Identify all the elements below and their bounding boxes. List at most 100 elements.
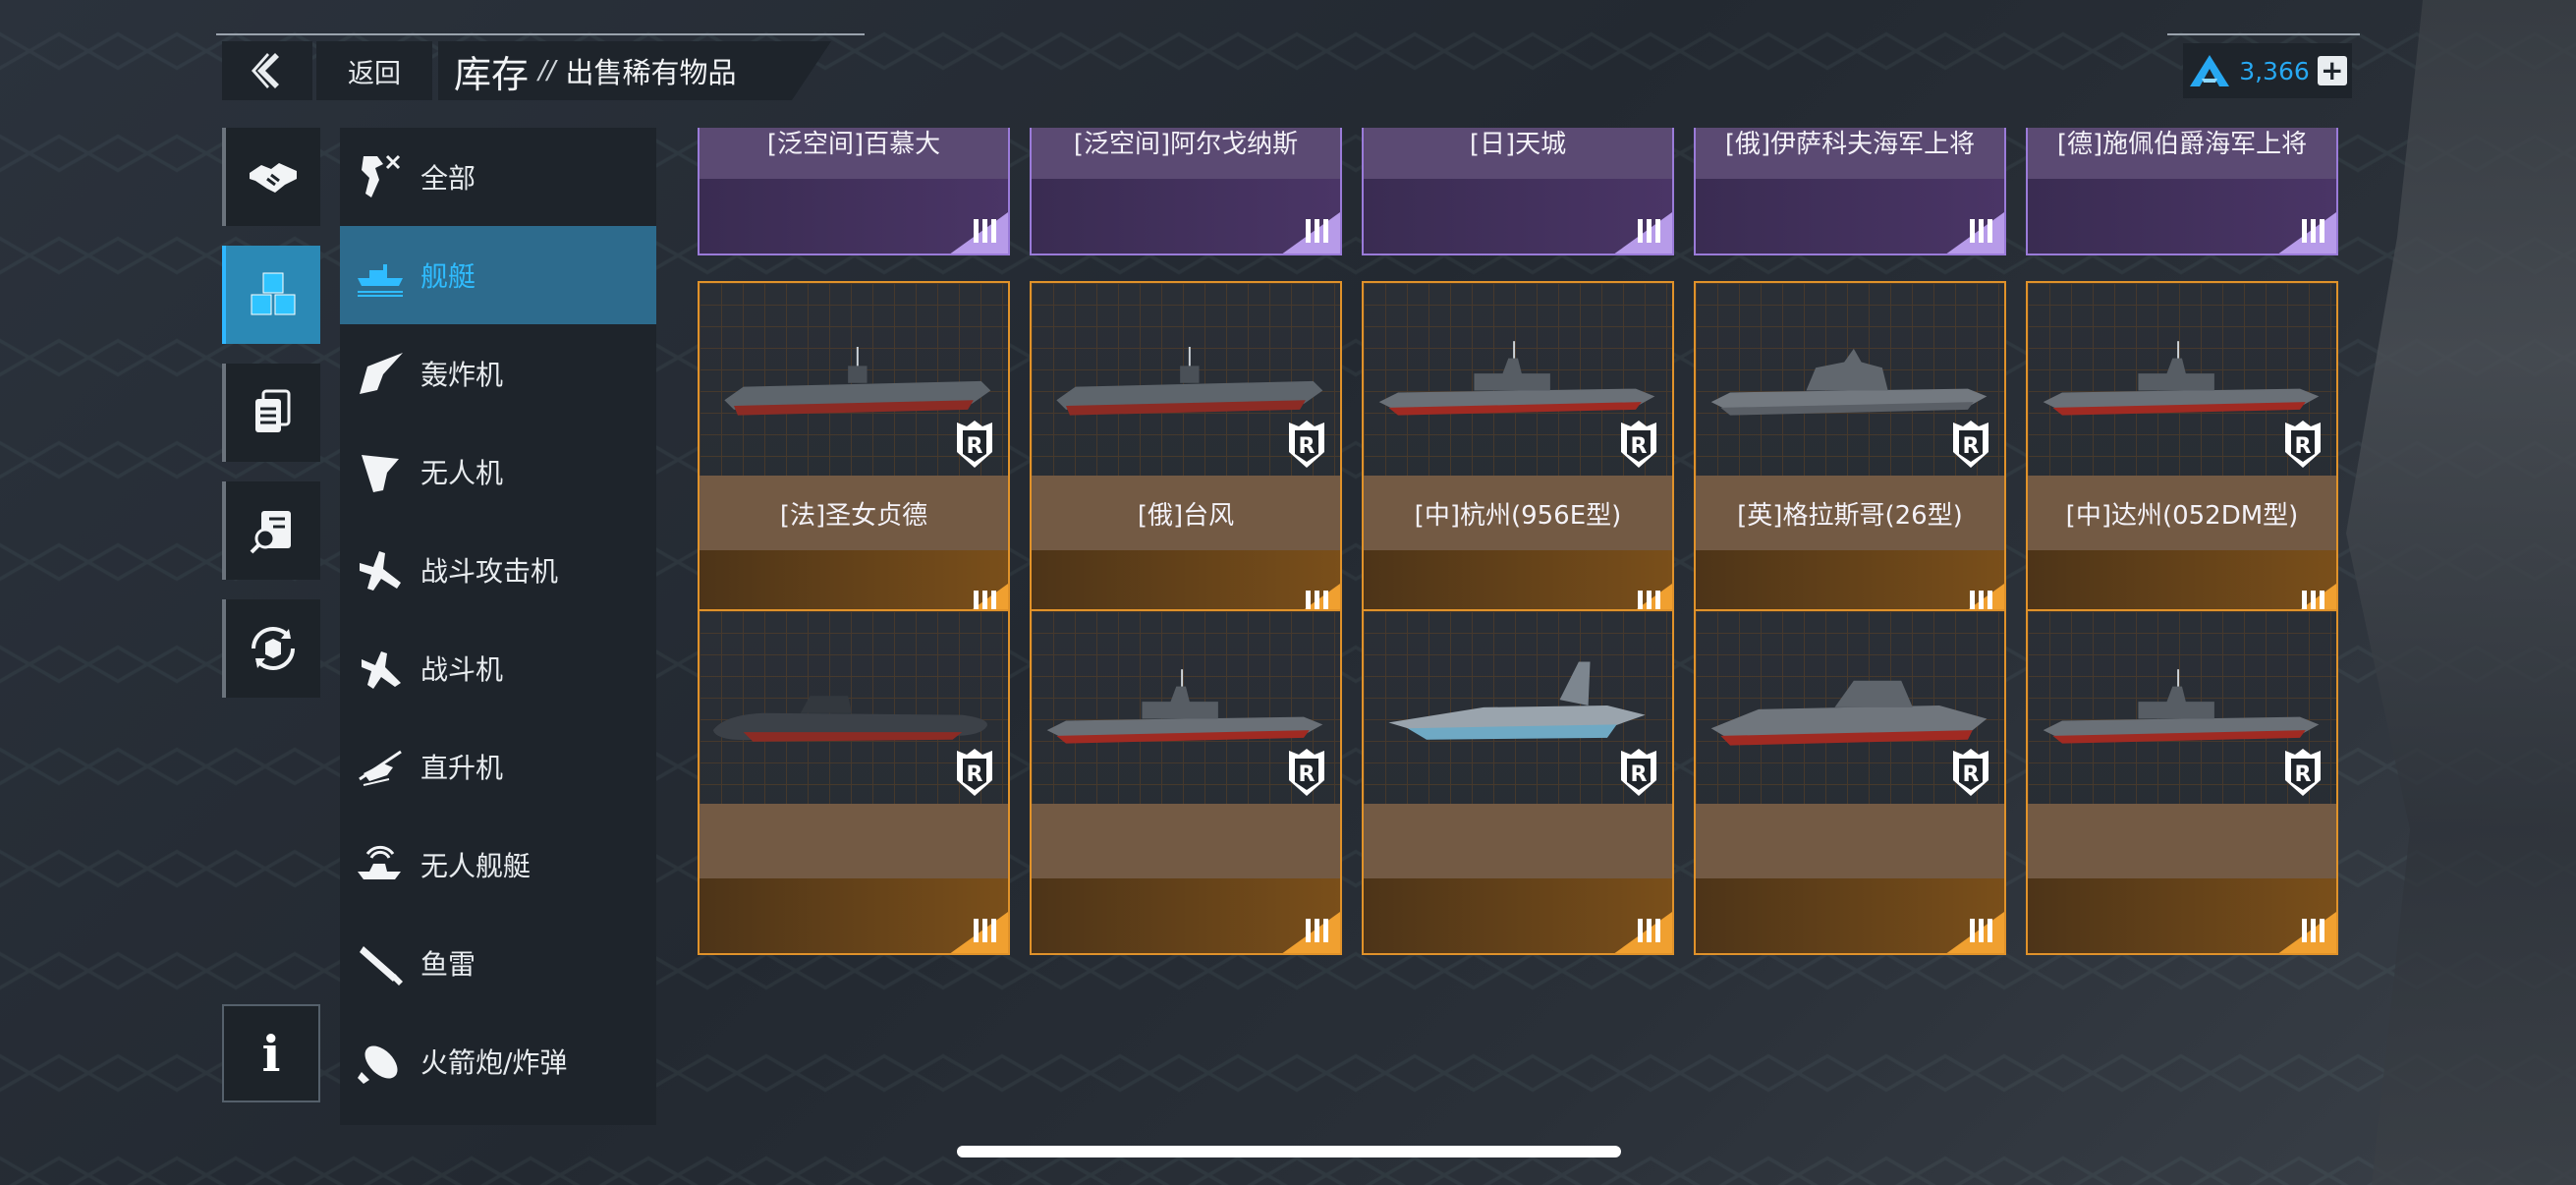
item-card[interactable]: R [泛空间]阿尔戈纳斯 xyxy=(1030,128,1342,255)
svg-text:R: R xyxy=(1963,762,1980,787)
currency-display: 3,366 + xyxy=(2183,43,2352,98)
category-label: 火箭炮/炸弹 xyxy=(420,1046,568,1079)
svg-text:R: R xyxy=(2295,762,2312,787)
item-name: [德]施佩伯爵海军上将 xyxy=(2028,128,2336,179)
item-name: [日]天城 xyxy=(1364,128,1672,179)
item-card[interactable]: R [泛空间]百慕大 xyxy=(698,128,1010,255)
item-name xyxy=(1696,804,2004,878)
attack-jet-icon xyxy=(360,551,401,591)
header-line xyxy=(216,33,865,35)
category-warships[interactable]: 舰艇 xyxy=(340,226,656,324)
rarity-r-badge-icon: R xyxy=(1953,749,1988,796)
back-arrow-icon xyxy=(252,53,279,88)
page-title: 库存 xyxy=(454,52,530,96)
item-name: [泛空间]百慕大 xyxy=(700,128,1008,179)
category-unmanned-boats[interactable]: 无人舰艇 xyxy=(340,816,656,914)
item-card[interactable]: R xyxy=(698,609,1010,955)
item-card[interactable]: R [中]达州(052DM型) xyxy=(2026,281,2338,627)
item-name xyxy=(1364,804,1672,878)
card-footer xyxy=(1364,179,1672,254)
rarity-r-badge-icon: R xyxy=(957,749,992,796)
tab-trade[interactable] xyxy=(222,128,320,226)
item-card[interactable]: R [俄]伊萨科夫海军上将 xyxy=(1694,128,2006,255)
card-footer xyxy=(1032,878,1340,953)
item-card[interactable]: R[德]施佩伯爵海军上将 xyxy=(2026,128,2338,255)
helicopter-icon xyxy=(359,750,402,786)
rarity-r-badge-icon: R xyxy=(2285,421,2321,468)
item-card[interactable]: R [俄]台风 xyxy=(1030,281,1342,627)
submarine-model-icon xyxy=(712,696,987,742)
category-label: 轰炸机 xyxy=(420,359,504,391)
item-card[interactable]: R [日]天城 xyxy=(1362,128,1674,255)
category-label: 战斗机 xyxy=(420,653,504,686)
rarity-r-badge-icon: R xyxy=(1621,421,1656,468)
item-card[interactable]: R [法]圣女贞德 xyxy=(698,281,1010,627)
card-footer xyxy=(2028,179,2336,254)
item-name: [中]杭州(956E型) xyxy=(1364,476,1672,550)
tab-cards[interactable] xyxy=(222,364,320,462)
item-name xyxy=(1032,804,1340,878)
rarity-r-badge-icon: R xyxy=(1289,749,1324,796)
home-indicator[interactable] xyxy=(957,1146,1621,1157)
destroyer-model-icon xyxy=(2043,669,2320,744)
category-label: 直升机 xyxy=(420,752,504,784)
item-name xyxy=(700,804,1008,878)
item-card[interactable]: R xyxy=(1694,609,2006,955)
svg-text:R: R xyxy=(967,762,983,787)
card-footer xyxy=(1696,878,2004,953)
card-footer xyxy=(1364,878,1672,953)
item-name: [俄]伊萨科夫海军上将 xyxy=(1696,128,2004,179)
tier-icon xyxy=(1634,219,1660,250)
destroyer-model-icon xyxy=(1046,669,1323,744)
tier-icon xyxy=(970,219,996,250)
tab-inventory[interactable] xyxy=(222,246,320,344)
recycle-box-icon xyxy=(252,627,295,670)
currency-icon xyxy=(2190,55,2230,86)
back-button[interactable] xyxy=(222,41,312,100)
rarity-r-badge-icon: R xyxy=(1953,421,1988,468)
category-label: 舰艇 xyxy=(420,260,476,293)
unmanned-boat-icon xyxy=(358,845,401,879)
tab-recycle[interactable] xyxy=(222,599,320,698)
svg-text:R: R xyxy=(1963,434,1980,459)
svg-text:R: R xyxy=(1631,762,1648,787)
currency-value: 3,366 xyxy=(2239,56,2310,85)
item-name: [泛空间]阿尔戈纳斯 xyxy=(1032,128,1340,179)
item-card[interactable]: R [英]格拉斯哥(26型) xyxy=(1694,281,2006,627)
carrier-model-icon xyxy=(1056,347,1323,416)
item-grid: R[泛空间]百慕大R[泛空间]阿尔戈纳斯R[日]天城R[俄]伊萨科夫海军上将R[… xyxy=(688,128,2338,1125)
info-button[interactable]: i xyxy=(222,1004,320,1102)
category-bombers[interactable]: 轰炸机 xyxy=(340,324,656,423)
header-line-right xyxy=(2167,33,2360,35)
all-icon xyxy=(362,154,401,198)
card-footer xyxy=(700,179,1008,254)
tier-icon xyxy=(1966,219,1992,250)
item-card[interactable]: R xyxy=(2026,609,2338,955)
item-card[interactable]: R xyxy=(1362,609,1674,955)
handshake-icon xyxy=(250,163,297,193)
category-torpedoes[interactable]: 鱼雷 xyxy=(340,914,656,1012)
item-card[interactable]: R xyxy=(1030,609,1342,955)
category-all[interactable]: 全部 xyxy=(340,128,656,226)
item-card[interactable]: R [中]杭州(956E型) xyxy=(1362,281,1674,627)
svg-text:R: R xyxy=(1299,762,1316,787)
category-helicopters[interactable]: 直升机 xyxy=(340,717,656,816)
svg-text:R: R xyxy=(1299,434,1316,459)
category-label: 鱼雷 xyxy=(420,948,476,981)
hovercraft-model-icon xyxy=(1388,661,1646,740)
back-label-button[interactable]: 返回 xyxy=(316,41,432,100)
rarity-r-badge-icon: R xyxy=(2285,749,2321,796)
card-footer xyxy=(700,878,1008,953)
category-label: 战斗攻击机 xyxy=(420,555,559,588)
destroyer-model-icon xyxy=(2043,341,2320,416)
tab-search[interactable] xyxy=(222,481,320,580)
category-list: 全部 舰艇 轰炸机 无人机 战斗攻击机 战斗机 直升机 无人舰艇 鱼雷 火箭炮/… xyxy=(340,128,656,1125)
category-rockets-bombs[interactable]: 火箭炮/炸弹 xyxy=(340,1012,656,1110)
rarity-r-badge-icon: R xyxy=(1289,421,1324,468)
category-drones[interactable]: 无人机 xyxy=(340,423,656,521)
category-attack-jets[interactable]: 战斗攻击机 xyxy=(340,521,656,619)
add-currency-button[interactable]: + xyxy=(2317,56,2347,85)
svg-text:R: R xyxy=(967,434,983,459)
card-footer xyxy=(1032,179,1340,254)
category-fighters[interactable]: 战斗机 xyxy=(340,619,656,717)
